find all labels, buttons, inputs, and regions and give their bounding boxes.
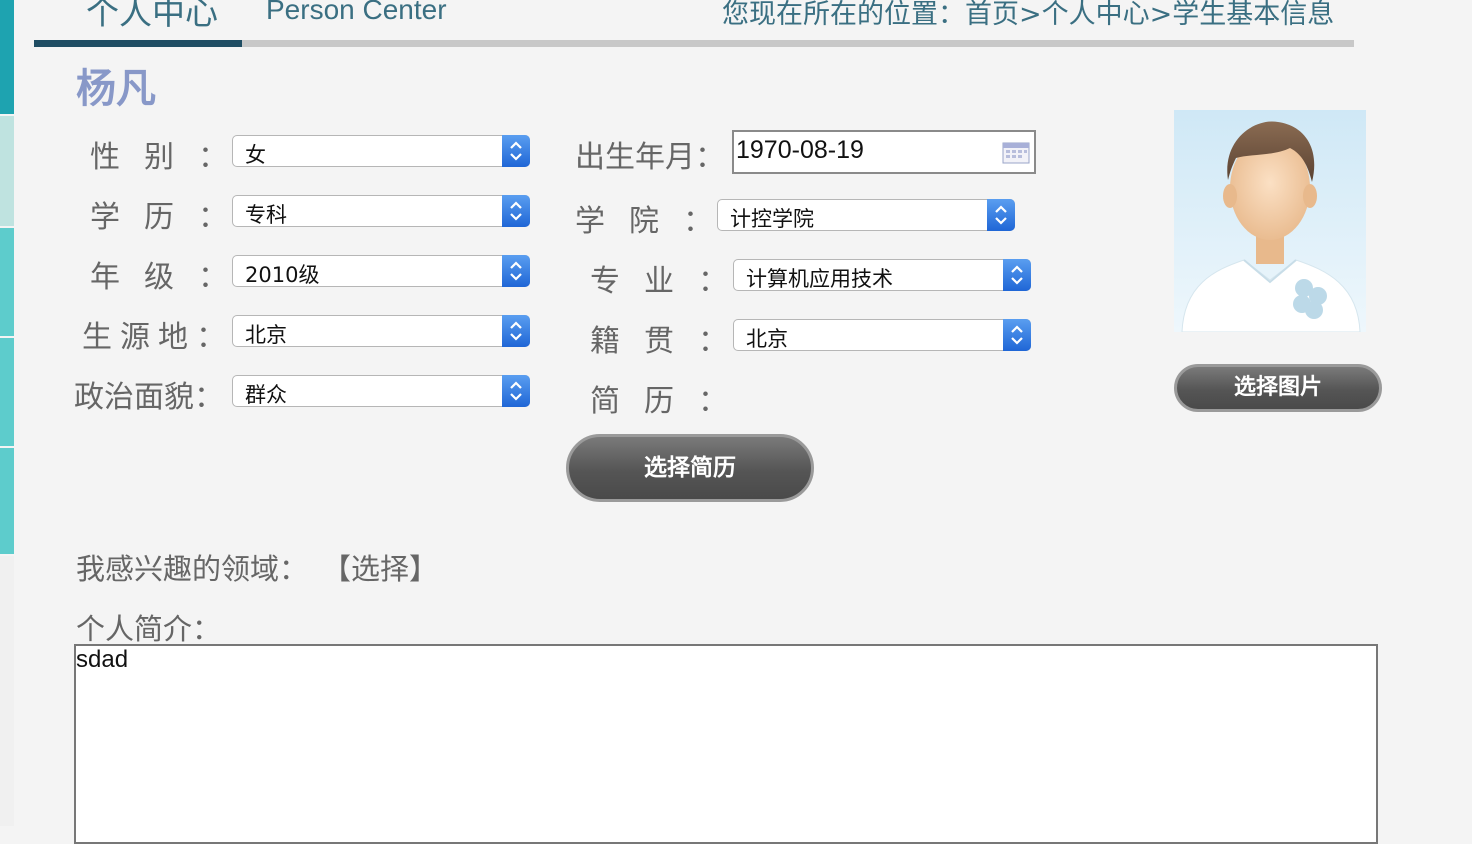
page-title: 个人中心 — [86, 0, 218, 32]
gender-select[interactable]: 女 — [232, 135, 530, 167]
up-down-chevron-icon — [502, 255, 530, 287]
sidebar-tab[interactable] — [0, 228, 14, 338]
up-down-chevron-icon — [1003, 259, 1031, 291]
intro-textarea[interactable]: sdad — [74, 644, 1378, 844]
up-down-chevron-icon — [987, 199, 1015, 231]
major-select[interactable]: 计算机应用技术 — [733, 259, 1031, 291]
sidebar-tab[interactable] — [0, 0, 14, 116]
native-place-value: 北京 — [746, 327, 788, 351]
grade-value: 2010级 — [245, 263, 320, 287]
education-value: 专科 — [245, 203, 287, 227]
page-title-english: Person Center — [266, 0, 447, 25]
choose-picture-button[interactable]: 选择图片 — [1174, 364, 1382, 412]
header-divider-accent — [34, 40, 242, 47]
education-select[interactable]: 专科 — [232, 195, 530, 227]
header-divider — [34, 40, 1354, 47]
intro-label: 个人简介： — [76, 612, 222, 646]
native-place-select[interactable]: 北京 — [733, 319, 1031, 351]
resume-label: 简历： — [590, 384, 728, 419]
sidebar-tab[interactable] — [0, 338, 14, 448]
major-value: 计算机应用技术 — [746, 267, 893, 291]
student-name: 杨凡 — [76, 66, 156, 112]
political-label: 政治面貌： — [74, 380, 224, 415]
male-avatar-icon — [1174, 110, 1366, 333]
sidebar-tab[interactable] — [0, 116, 14, 228]
up-down-chevron-icon — [502, 135, 530, 167]
native-place-label: 籍贯： — [590, 324, 728, 359]
birth-date-value: 1970-08-19 — [736, 136, 864, 164]
political-select[interactable]: 群众 — [232, 375, 530, 407]
up-down-chevron-icon — [502, 195, 530, 227]
college-value: 计控学院 — [730, 207, 814, 231]
up-down-chevron-icon — [1003, 319, 1031, 351]
sidebar-tab[interactable] — [0, 448, 14, 556]
interest-label: 我感兴趣的领域： — [76, 552, 309, 586]
origin-select[interactable]: 北京 — [232, 315, 530, 347]
origin-value: 北京 — [245, 323, 287, 347]
calendar-icon[interactable] — [1002, 140, 1030, 168]
up-down-chevron-icon — [502, 375, 530, 407]
gender-label: 性别： — [90, 140, 228, 175]
up-down-chevron-icon — [502, 315, 530, 347]
origin-label: 生源地： — [82, 320, 226, 355]
college-select[interactable]: 计控学院 — [717, 199, 1015, 231]
birth-label: 出生年月： — [575, 140, 725, 175]
grade-select[interactable]: 2010级 — [232, 255, 530, 287]
breadcrumb: 您现在所在的位置：首页>个人中心>学生基本信息 — [722, 0, 1335, 30]
education-label: 学历： — [90, 200, 228, 235]
grade-label: 年级： — [90, 260, 228, 295]
birth-date-input[interactable]: 1970-08-19 — [732, 130, 1036, 174]
left-sidebar — [0, 0, 14, 826]
choose-resume-button[interactable]: 选择简历 — [566, 434, 814, 502]
major-label: 专业： — [590, 264, 728, 299]
college-label: 学院： — [575, 204, 713, 239]
interest-select-link[interactable]: 【选择】 — [322, 546, 438, 588]
intro-text: sdad — [76, 646, 129, 673]
political-value: 群众 — [245, 383, 287, 407]
gender-value: 女 — [245, 143, 266, 167]
